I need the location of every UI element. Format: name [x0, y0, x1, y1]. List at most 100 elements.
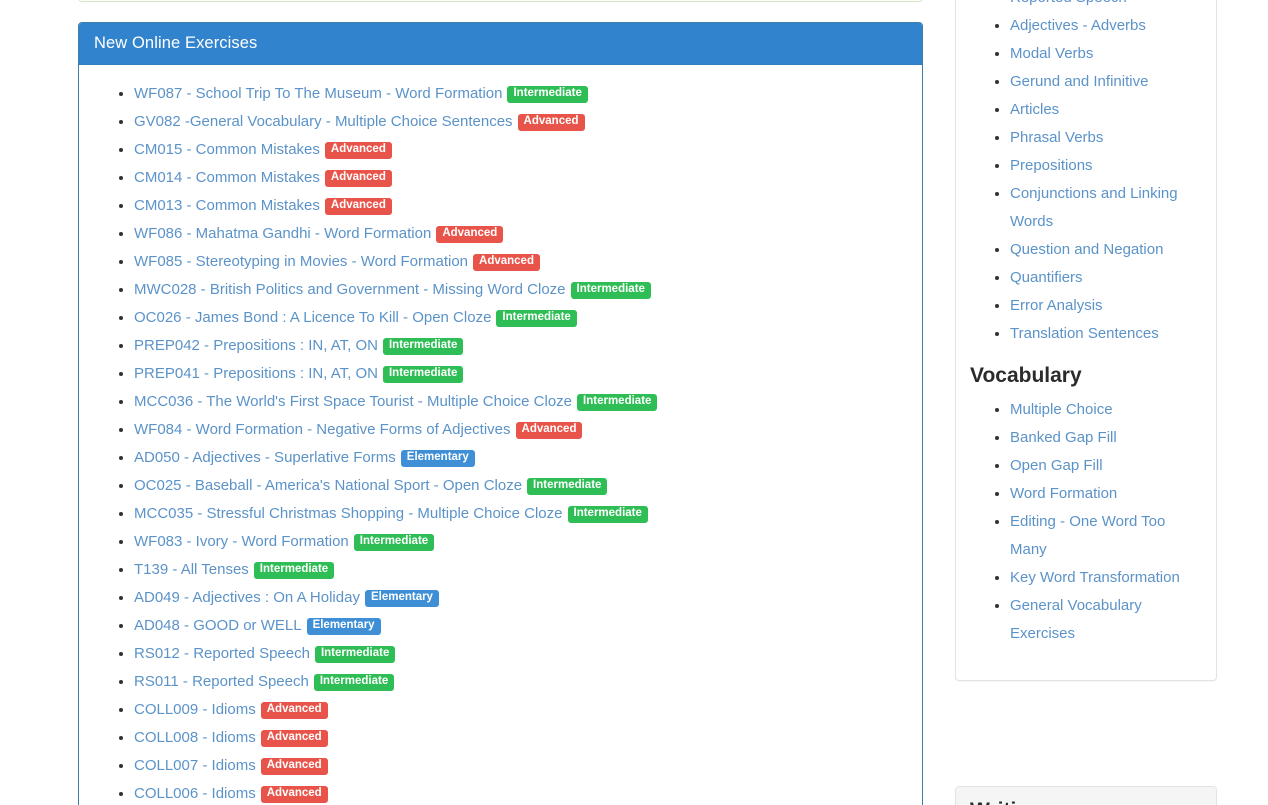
sidebar-link-prepositions[interactable]: Prepositions [1010, 157, 1093, 174]
level-badge: Intermediate [254, 562, 334, 579]
level-badge: Advanced [325, 198, 392, 215]
sidebar-list-item: Error Analysis [1010, 292, 1202, 320]
level-badge: Intermediate [315, 646, 395, 663]
sidebar-link-adjectives-adverbs[interactable]: Adjectives - Adverbs [1010, 17, 1146, 34]
exercise-link[interactable]: COLL008 - Idioms [134, 729, 256, 746]
writing-panel-heading: Writing [956, 787, 1216, 805]
level-badge: Advanced [518, 114, 585, 131]
exercise-link[interactable]: AD048 - GOOD or WELL [134, 617, 302, 634]
sidebar-link-word-formation[interactable]: Word Formation [1010, 485, 1117, 502]
sidebar-link-error-analysis[interactable]: Error Analysis [1010, 297, 1103, 314]
exercise-link[interactable]: COLL009 - Idioms [134, 701, 256, 718]
exercise-list-item: MCC036 - The World's First Space Tourist… [134, 388, 907, 416]
sidebar-list-item: Phrasal Verbs [1010, 124, 1202, 152]
sidebar-link-gerund-and-infinitive[interactable]: Gerund and Infinitive [1010, 73, 1148, 90]
exercise-list-item: CM015 - Common Mistakes Advanced [134, 136, 907, 164]
sidebar-categories-panel: GrammarTensesPassive VoiceIf-ClausesRepo… [955, 0, 1217, 681]
exercise-list-item: AD048 - GOOD or WELLElementary [134, 612, 907, 640]
sidebar-link-multiple-choice[interactable]: Multiple Choice [1010, 401, 1113, 418]
level-badge: Advanced [325, 170, 392, 187]
sidebar-list-item: Modal Verbs [1010, 40, 1202, 68]
previous-panel-sliver [78, 0, 923, 2]
exercise-list-item: COLL009 - Idioms Advanced [134, 696, 907, 724]
exercise-list-item: COLL007 - IdiomsAdvanced [134, 752, 907, 780]
sidebar-list-item: Multiple Choice [1010, 396, 1202, 424]
exercise-link[interactable]: WF083 - Ivory - Word Formation [134, 533, 349, 550]
exercise-link[interactable]: WF084 - Word Formation - Negative Forms … [134, 421, 511, 438]
exercise-list-item: OC026 - James Bond : A Licence To Kill -… [134, 304, 907, 332]
sidebar-list-item: Prepositions [1010, 152, 1202, 180]
sidebar-link-editing-one-word-too-many[interactable]: Editing - One Word Too Many [1010, 513, 1165, 558]
exercise-link[interactable]: GV082 -General Vocabulary - Multiple Cho… [134, 113, 513, 130]
sidebar-link-question-and-negation[interactable]: Question and Negation [1010, 241, 1163, 258]
sidebar-link-conjunctions-and-linking-words[interactable]: Conjunctions and Linking Words [1010, 185, 1178, 230]
exercise-link[interactable]: WF086 - Mahatma Gandhi - Word Formation [134, 225, 431, 242]
exercise-link[interactable]: PREP041 - Prepositions : IN, AT, ON [134, 365, 378, 382]
writing-panel-title: Writing [970, 797, 1202, 805]
exercise-link[interactable]: MCC036 - The World's First Space Tourist… [134, 393, 572, 410]
level-badge: Advanced [473, 254, 540, 271]
sidebar-link-reported-speech[interactable]: Reported Speech [1010, 0, 1127, 6]
exercise-link[interactable]: T139 - All Tenses [134, 561, 249, 578]
sidebar-list-item: Reported Speech [1010, 0, 1202, 12]
sidebar-link-banked-gap-fill[interactable]: Banked Gap Fill [1010, 429, 1117, 446]
exercise-link[interactable]: OC026 - James Bond : A Licence To Kill -… [134, 309, 491, 326]
exercise-link[interactable]: RS012 - Reported Speech [134, 645, 310, 662]
exercise-link[interactable]: MCC035 - Stressful Christmas Shopping - … [134, 505, 563, 522]
sidebar-link-quantifiers[interactable]: Quantifiers [1010, 269, 1083, 286]
exercise-link[interactable]: CM015 - Common Mistakes [134, 141, 320, 158]
exercise-link[interactable]: WF087 - School Trip To The Museum - Word… [134, 85, 502, 102]
level-badge: Intermediate [568, 506, 648, 523]
level-badge: Advanced [261, 702, 328, 719]
sidebar-list-item: Banked Gap Fill [1010, 424, 1202, 452]
sidebar-link-open-gap-fill[interactable]: Open Gap Fill [1010, 457, 1103, 474]
level-badge: Advanced [261, 786, 328, 803]
sidebar-link-phrasal-verbs[interactable]: Phrasal Verbs [1010, 129, 1103, 146]
level-badge: Intermediate [496, 310, 576, 327]
exercise-list-item: GV082 -General Vocabulary - Multiple Cho… [134, 108, 907, 136]
sidebar-list-item: Articles [1010, 96, 1202, 124]
exercise-link[interactable]: CM013 - Common Mistakes [134, 197, 320, 214]
exercise-list-item: OC025 - Baseball - America's National Sp… [134, 472, 907, 500]
exercise-link[interactable]: MWC028 - British Politics and Government… [134, 281, 566, 298]
panel-body: WF087 - School Trip To The Museum - Word… [79, 65, 922, 805]
exercise-link[interactable]: RS011 - Reported Speech [134, 673, 309, 690]
sidebar-link-translation-sentences[interactable]: Translation Sentences [1010, 325, 1159, 342]
exercise-link[interactable]: COLL007 - Idioms [134, 757, 256, 774]
sidebar-section-title-vocabulary: Vocabulary [970, 362, 1202, 389]
exercise-link[interactable]: AD050 - Adjectives - Superlative Forms [134, 449, 396, 466]
sidebar-link-key-word-transformation[interactable]: Key Word Transformation [1010, 569, 1180, 586]
exercise-link[interactable]: AD049 - Adjectives : On A Holiday [134, 589, 360, 606]
exercise-list-item: WF083 - Ivory - Word FormationIntermedia… [134, 528, 907, 556]
level-badge: Advanced [325, 142, 392, 159]
level-badge: Advanced [516, 422, 583, 439]
exercise-list-item: WF086 - Mahatma Gandhi - Word FormationA… [134, 220, 907, 248]
level-badge: Intermediate [571, 282, 651, 299]
exercise-list-item: WF084 - Word Formation - Negative Forms … [134, 416, 907, 444]
sidebar-list-item: Word Formation [1010, 480, 1202, 508]
sidebar-section-list: Multiple Choice Banked Gap Fill Open Gap F… [970, 396, 1202, 648]
sidebar-list-item: Conjunctions and Linking Words [1010, 180, 1202, 236]
sidebar-list-item: Question and Negation [1010, 236, 1202, 264]
level-badge: Elementary [365, 590, 439, 607]
exercise-link[interactable]: WF085 - Stereotyping in Movies - Word Fo… [134, 253, 468, 270]
sidebar-list-item: Gerund and Infinitive [1010, 68, 1202, 96]
sidebar-link-articles[interactable]: Articles [1010, 101, 1059, 118]
exercise-list-item: COLL008 - Idioms Advanced [134, 724, 907, 752]
exercise-list: WF087 - School Trip To The Museum - Word… [94, 80, 907, 805]
exercise-list-item: PREP041 - Prepositions : IN, AT, ONInter… [134, 360, 907, 388]
sidebar-link-modal-verbs[interactable]: Modal Verbs [1010, 45, 1093, 62]
exercise-link[interactable]: COLL006 - Idioms [134, 785, 256, 802]
sidebar-list-item: Translation Sentences [1010, 320, 1202, 348]
level-badge: Advanced [261, 730, 328, 747]
exercise-link[interactable]: OC025 - Baseball - America's National Sp… [134, 477, 522, 494]
exercise-list-item: AD050 - Adjectives - Superlative FormsEl… [134, 444, 907, 472]
level-badge: Intermediate [383, 338, 463, 355]
sidebar-link-general-vocabulary-exercises[interactable]: General Vocabulary Exercises [1010, 597, 1142, 642]
sidebar-section-list: TensesPassive VoiceIf-ClausesReported Sp… [970, 0, 1202, 348]
sidebar-sections: GrammarTensesPassive VoiceIf-ClausesRepo… [956, 0, 1216, 666]
new-online-exercises-panel: New Online Exercises WF087 - School Trip… [78, 22, 923, 805]
exercise-link[interactable]: CM014 - Common Mistakes [134, 169, 320, 186]
exercise-list-item: T139 - All Tenses Intermediate [134, 556, 907, 584]
exercise-link[interactable]: PREP042 - Prepositions : IN, AT, ON [134, 337, 378, 354]
